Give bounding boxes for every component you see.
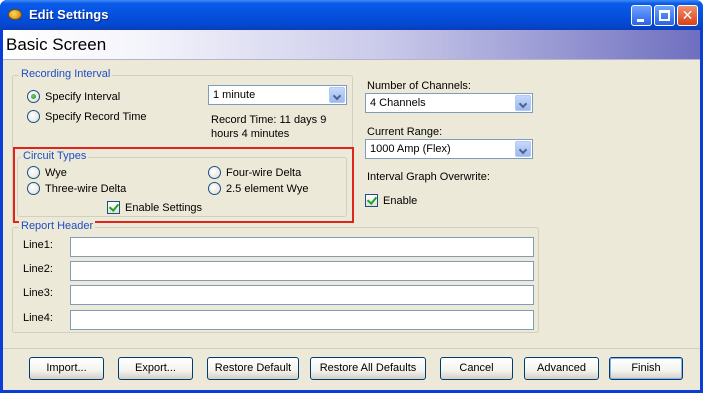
record-time-line2: hours 4 minutes	[211, 128, 290, 140]
minimize-icon	[637, 19, 644, 22]
enable-settings-label: Enable Settings	[125, 201, 203, 214]
line3-field[interactable]	[70, 285, 534, 305]
restore-default-button[interactable]: Restore Default	[207, 357, 299, 380]
restore-all-defaults-button[interactable]: Restore All Defaults	[310, 357, 426, 380]
overwrite-enable-checkbox[interactable]: Enable	[365, 194, 417, 207]
interval-graph-overwrite-label: Interval Graph Overwrite:	[367, 171, 490, 183]
page-title: Basic Screen	[6, 35, 107, 54]
footer-divider	[3, 348, 700, 349]
overwrite-enable-label: Enable	[383, 194, 418, 207]
enable-settings-checkbox[interactable]: Enable Settings	[107, 201, 202, 214]
record-time-line1: Record Time: 11 days 9	[211, 114, 327, 126]
three-wire-delta-label: Three-wire Delta	[45, 182, 127, 195]
radio-circle	[208, 182, 221, 195]
checkbox-box	[107, 201, 120, 214]
number-of-channels-label: Number of Channels:	[367, 80, 471, 92]
radio-circle	[27, 182, 40, 195]
wye-radio[interactable]: Wye	[27, 166, 67, 179]
specify-interval-label: Specify Interval	[45, 90, 121, 103]
two-point-five-element-wye-label: 2.5 element Wye	[226, 182, 309, 195]
maximize-icon	[659, 10, 670, 21]
cancel-button[interactable]: Cancel	[440, 357, 513, 380]
line4-field[interactable]	[70, 310, 534, 330]
chevron-down-icon[interactable]	[515, 141, 531, 157]
close-icon: ✕	[681, 7, 694, 23]
export-button[interactable]: Export...	[118, 357, 193, 380]
current-range-label: Current Range:	[367, 126, 443, 138]
wye-label: Wye	[45, 166, 67, 179]
four-wire-delta-label: Four-wire Delta	[226, 166, 302, 179]
specify-record-time-radio[interactable]: Specify Record Time	[27, 110, 146, 123]
app-icon	[8, 9, 22, 20]
advanced-button[interactable]: Advanced	[524, 357, 599, 380]
report-header-label: Report Header	[19, 220, 96, 232]
interval-select-value: 1 minute	[213, 89, 256, 101]
title-bar[interactable]: Edit Settings ✕	[0, 0, 703, 30]
specify-interval-radio[interactable]: Specify Interval	[27, 90, 120, 103]
current-range-select-value: 1000 Amp (Flex)	[370, 143, 451, 155]
line3-label: Line3:	[23, 287, 53, 299]
two-point-five-element-wye-radio[interactable]: 2.5 element Wye	[208, 182, 308, 195]
recording-interval-label: Recording Interval	[19, 68, 113, 80]
radio-circle	[27, 166, 40, 179]
chevron-down-icon[interactable]	[329, 87, 345, 103]
line4-label: Line4:	[23, 312, 53, 324]
current-range-select[interactable]: 1000 Amp (Flex)	[365, 139, 533, 159]
interval-select[interactable]: 1 minute	[208, 85, 347, 105]
import-button[interactable]: Import...	[29, 357, 104, 380]
finish-button[interactable]: Finish	[609, 357, 683, 380]
dialog-body: Basic Screen Recording Interval Specify …	[3, 30, 700, 390]
three-wire-delta-radio[interactable]: Three-wire Delta	[27, 182, 126, 195]
checkbox-box	[365, 194, 378, 207]
radio-circle	[27, 90, 40, 103]
page-header: Basic Screen	[3, 30, 700, 60]
close-button[interactable]: ✕	[677, 5, 698, 26]
maximize-button[interactable]	[654, 5, 675, 26]
line1-label: Line1:	[23, 239, 53, 251]
line2-field[interactable]	[70, 261, 534, 281]
line1-field[interactable]	[70, 237, 534, 257]
specify-record-time-label: Specify Record Time	[45, 110, 147, 123]
edit-settings-window: Edit Settings ✕ Basic Screen Recording I…	[0, 0, 703, 393]
channels-select[interactable]: 4 Channels	[365, 93, 533, 113]
radio-circle	[208, 166, 221, 179]
minimize-button[interactable]	[631, 5, 652, 26]
radio-circle	[27, 110, 40, 123]
line2-label: Line2:	[23, 263, 53, 275]
channels-select-value: 4 Channels	[370, 97, 426, 109]
four-wire-delta-radio[interactable]: Four-wire Delta	[208, 166, 301, 179]
window-title: Edit Settings	[29, 7, 109, 22]
chevron-down-icon[interactable]	[515, 95, 531, 111]
